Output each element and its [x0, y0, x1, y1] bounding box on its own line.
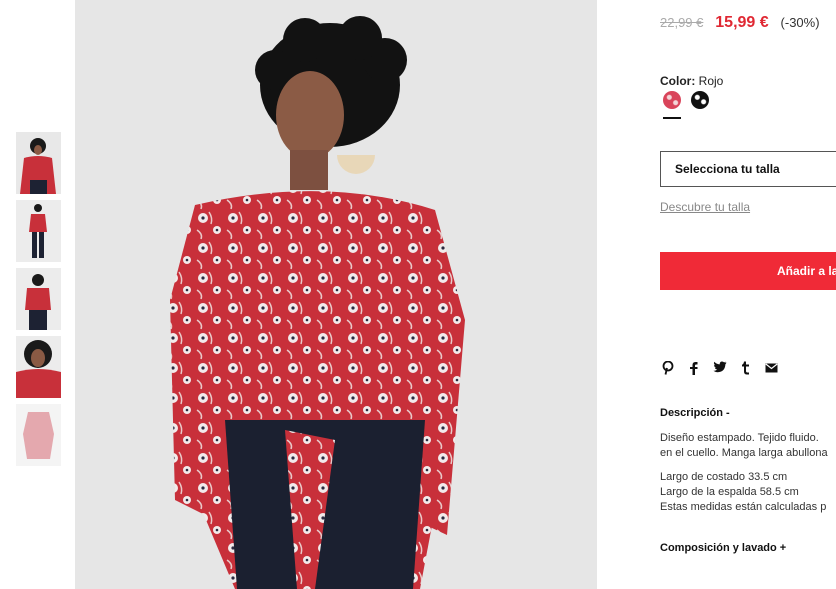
- color-label: Color: Rojo: [660, 74, 723, 88]
- color-label-title: Color:: [660, 74, 696, 88]
- description-line-2: en el cuello. Manga larga abullona: [660, 447, 828, 459]
- thumbnail-gallery: [16, 132, 61, 472]
- add-to-bag-button[interactable]: Añadir a la: [660, 252, 836, 290]
- color-swatches: [663, 91, 715, 109]
- composition-toggle[interactable]: Composición y lavado +: [660, 542, 786, 554]
- tumblr-icon[interactable]: [738, 361, 753, 377]
- swatch-rojo[interactable]: [663, 91, 681, 109]
- swatch-negro[interactable]: [691, 91, 710, 109]
- measurements: Largo de costado 33.5 cm Largo de la esp…: [660, 470, 826, 515]
- description-line-1: Diseño estampado. Tejido fluido.: [660, 432, 819, 444]
- measurement-line-1: Largo de costado 33.5 cm: [660, 471, 788, 483]
- color-value: Rojo: [698, 74, 724, 88]
- measurement-line-3: Estas medidas están calculadas p: [660, 501, 827, 513]
- thumbnail-5[interactable]: [16, 404, 61, 466]
- share-icons: [660, 360, 779, 377]
- sale-price: 15,99 €: [715, 14, 769, 31]
- thumbnail-1[interactable]: [16, 132, 61, 194]
- size-guide-link[interactable]: Descubre tu talla: [660, 200, 750, 214]
- description-toggle[interactable]: Descripción -: [660, 407, 730, 419]
- original-price: 22,99 €: [660, 15, 704, 30]
- description-text: Diseño estampado. Tejido fluido. en el c…: [660, 431, 828, 461]
- email-icon[interactable]: [764, 361, 779, 377]
- thumbnail-4[interactable]: [16, 336, 61, 398]
- pinterest-icon[interactable]: [660, 360, 675, 377]
- thumbnail-2[interactable]: [16, 200, 61, 262]
- thumbnail-3[interactable]: [16, 268, 61, 330]
- twitter-icon[interactable]: [712, 361, 727, 377]
- main-product-image: [75, 0, 597, 589]
- size-select[interactable]: Selecciona tu talla: [660, 151, 836, 187]
- price-row: 22,99 € 15,99 € (-30%): [660, 14, 820, 32]
- measurement-line-2: Largo de la espalda 58.5 cm: [660, 486, 799, 498]
- selected-swatch-indicator: [663, 117, 681, 119]
- facebook-icon[interactable]: [686, 361, 701, 377]
- discount-badge: (-30%): [780, 15, 820, 30]
